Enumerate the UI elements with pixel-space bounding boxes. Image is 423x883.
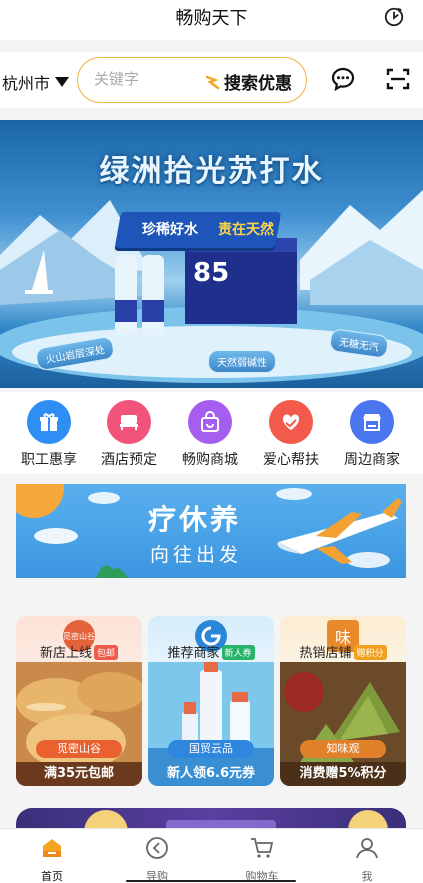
tab-home[interactable]: 首页 xyxy=(12,835,92,883)
card-badge: 包邮 xyxy=(94,645,119,660)
user-icon xyxy=(356,838,378,859)
quick-menu-item-hotel[interactable]: 酒店预定 xyxy=(88,400,170,469)
card-promo: 消费赠5%积分 xyxy=(299,766,387,781)
store-icon xyxy=(350,400,394,444)
tab-label: 首页 xyxy=(41,870,63,883)
search-bar: 杭州市 搜索优惠 xyxy=(0,52,423,108)
quick-menu: 职工惠享 酒店预定 畅购商城 爱心帮扶 周边商家 xyxy=(0,392,423,474)
history-icon[interactable] xyxy=(383,6,405,28)
shop-name-pill: 知味观 xyxy=(300,740,386,758)
quick-menu-label: 畅购商城 xyxy=(182,452,238,468)
card-title-text: 推荐商家 xyxy=(167,646,220,661)
card-title: 推荐商家 新人券 xyxy=(148,642,274,661)
tab-cart[interactable]: 购物车 xyxy=(222,835,302,883)
scan-icon[interactable] xyxy=(385,66,411,92)
search-input[interactable] xyxy=(94,70,194,88)
gift-icon xyxy=(27,400,71,444)
card-title: 新店上线 包邮 xyxy=(16,642,142,661)
shop-name-pill: 国贸云品 xyxy=(168,740,254,758)
bottom-tab-bar: 首页 导购 购物车 我 xyxy=(0,828,423,883)
shop-card-recommend[interactable]: 推荐商家 新人券 国贸云品 新人领6.6元券 xyxy=(148,616,274,786)
guide-icon xyxy=(146,837,168,859)
tab-me[interactable]: 我 xyxy=(327,835,407,883)
card-promo: 满35元包邮 xyxy=(43,766,115,781)
quick-menu-label: 爱心帮扶 xyxy=(263,452,319,468)
quick-menu-item-employee[interactable]: 职工惠享 xyxy=(8,400,90,469)
shopping-bag-icon xyxy=(188,400,232,444)
card-badge: 赠积分 xyxy=(353,645,387,660)
shop-card-hot[interactable]: 味 热销店铺 赠积分 知味观 消费赠5%积分 xyxy=(280,616,406,786)
search-box[interactable]: 搜索优惠 xyxy=(77,57,307,103)
card-badge: 新人券 xyxy=(221,645,255,660)
dropdown-triangle-icon xyxy=(55,77,70,87)
banner-tag: 天然弱碱性 xyxy=(208,350,276,373)
quick-menu-label: 职工惠享 xyxy=(21,452,77,468)
card-title: 热销店铺 赠积分 xyxy=(280,642,406,661)
quick-menu-item-charity[interactable]: 爱心帮扶 xyxy=(250,400,332,469)
quick-menu-item-mall[interactable]: 畅购商城 xyxy=(169,400,251,469)
home-icon xyxy=(43,839,61,857)
tab-guide[interactable]: 导购 xyxy=(117,835,197,883)
cart-icon xyxy=(251,838,274,858)
app-header: 畅购天下 xyxy=(0,0,423,40)
city-selector[interactable]: 杭州市 xyxy=(2,70,70,94)
search-slash-icon xyxy=(206,75,220,89)
home-indicator xyxy=(126,880,296,882)
banner-headline: 绿洲拾光苏打水 xyxy=(99,154,324,189)
heart-hands-icon xyxy=(269,400,313,444)
shop-cards: 觅密山谷 新店上线 包邮 觅密山谷 满35元包邮 推荐商家 新人券 国贸云品 新… xyxy=(0,600,423,790)
card-promo: 新人领6.6元券 xyxy=(166,766,256,781)
hotel-icon xyxy=(107,400,151,444)
search-button[interactable]: 搜索优惠 xyxy=(206,69,292,94)
page-title: 畅购天下 xyxy=(175,8,248,29)
card-title-text: 新店上线 xyxy=(39,646,92,661)
banner-ribbon-left: 珍稀好水 xyxy=(142,222,198,238)
banner-ribbon-right: 责在天然 xyxy=(218,222,274,238)
shop-card-new[interactable]: 觅密山谷 新店上线 包邮 觅密山谷 满35元包邮 xyxy=(16,616,142,786)
ad-headline: 疗休养 xyxy=(148,503,242,536)
shop-name-pill: 觅密山谷 xyxy=(36,740,122,758)
message-icon[interactable] xyxy=(330,66,356,92)
product-number: 85 xyxy=(193,258,230,288)
quick-menu-label: 酒店预定 xyxy=(101,452,157,468)
search-button-label: 搜索优惠 xyxy=(224,74,292,94)
ad-subline: 向往出发 xyxy=(150,544,243,566)
travel-ad-banner[interactable]: 疗休养 向往出发 xyxy=(16,484,406,578)
quick-menu-item-nearby[interactable]: 周边商家 xyxy=(331,400,413,469)
promo-banner[interactable]: 绿洲拾光苏打水 珍稀好水 责在天然 85 火山岩层深处 天然弱碱性 无糖无汽 xyxy=(0,120,423,388)
card-title-text: 热销店铺 xyxy=(299,646,352,661)
quick-menu-label: 周边商家 xyxy=(344,452,400,468)
city-label: 杭州市 xyxy=(2,74,51,93)
tab-label: 我 xyxy=(361,870,373,883)
